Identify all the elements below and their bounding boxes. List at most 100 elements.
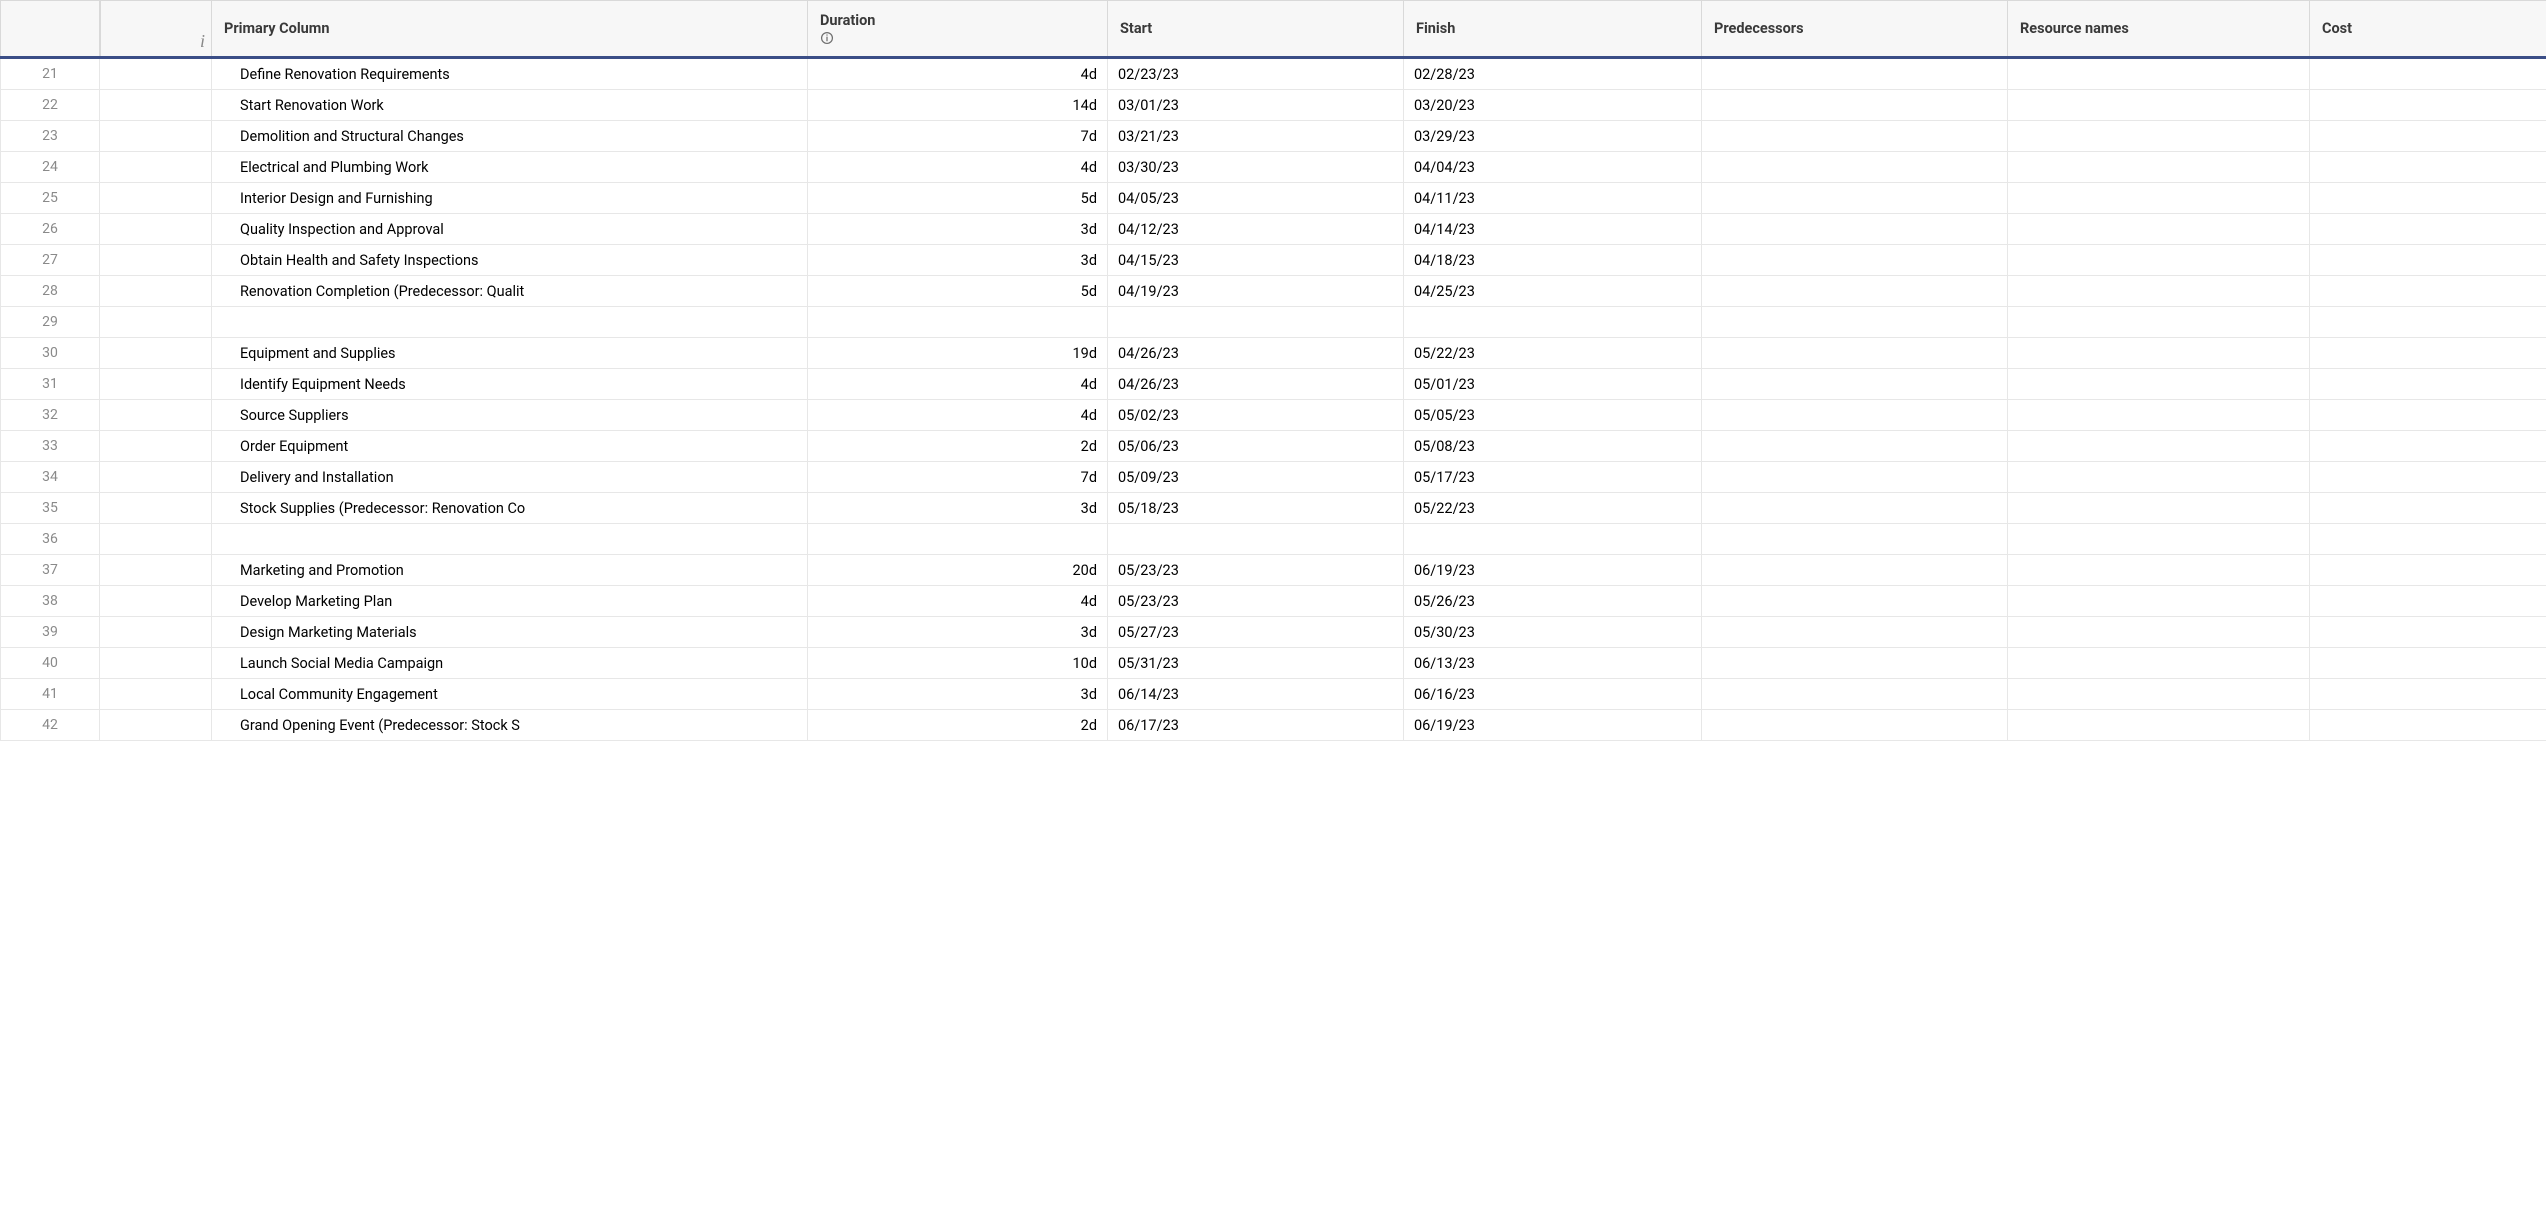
predecessors-cell[interactable] bbox=[1702, 586, 2008, 616]
start-cell[interactable]: 02/23/23 bbox=[1108, 59, 1404, 89]
finish-cell[interactable]: 03/20/23 bbox=[1404, 90, 1702, 120]
start-cell[interactable]: 05/31/23 bbox=[1108, 648, 1404, 678]
primary-cell[interactable]: Interior Design and Furnishing bbox=[212, 183, 808, 213]
predecessors-cell[interactable] bbox=[1702, 338, 2008, 368]
predecessors-cell[interactable] bbox=[1702, 648, 2008, 678]
cost-cell[interactable] bbox=[2310, 524, 2546, 554]
finish-cell[interactable]: 05/22/23 bbox=[1404, 493, 1702, 523]
finish-cell[interactable]: 04/14/23 bbox=[1404, 214, 1702, 244]
duration-cell[interactable]: 20d bbox=[808, 555, 1108, 585]
start-cell[interactable]: 04/26/23 bbox=[1108, 338, 1404, 368]
predecessors-cell[interactable] bbox=[1702, 555, 2008, 585]
primary-cell[interactable]: Equipment and Supplies bbox=[212, 338, 808, 368]
duration-cell[interactable]: 4d bbox=[808, 369, 1108, 399]
cost-cell[interactable] bbox=[2310, 276, 2546, 306]
resource-names-cell[interactable] bbox=[2008, 90, 2310, 120]
duration-cell[interactable]: 5d bbox=[808, 276, 1108, 306]
resource-names-cell[interactable] bbox=[2008, 617, 2310, 647]
finish-cell[interactable]: 04/25/23 bbox=[1404, 276, 1702, 306]
header-duration[interactable]: Duration bbox=[808, 1, 1108, 56]
finish-cell[interactable] bbox=[1404, 524, 1702, 554]
duration-cell[interactable] bbox=[808, 307, 1108, 337]
resource-names-cell[interactable] bbox=[2008, 648, 2310, 678]
start-cell[interactable]: 04/15/23 bbox=[1108, 245, 1404, 275]
start-cell[interactable]: 03/01/23 bbox=[1108, 90, 1404, 120]
duration-cell[interactable]: 7d bbox=[808, 462, 1108, 492]
duration-cell[interactable]: 3d bbox=[808, 214, 1108, 244]
predecessors-cell[interactable] bbox=[1702, 493, 2008, 523]
cost-cell[interactable] bbox=[2310, 121, 2546, 151]
cost-cell[interactable] bbox=[2310, 586, 2546, 616]
start-cell[interactable]: 05/18/23 bbox=[1108, 493, 1404, 523]
predecessors-cell[interactable] bbox=[1702, 183, 2008, 213]
cost-cell[interactable] bbox=[2310, 400, 2546, 430]
start-cell[interactable]: 05/09/23 bbox=[1108, 462, 1404, 492]
predecessors-cell[interactable] bbox=[1702, 679, 2008, 709]
primary-cell[interactable]: Delivery and Installation bbox=[212, 462, 808, 492]
primary-cell[interactable]: Source Suppliers bbox=[212, 400, 808, 430]
finish-cell[interactable]: 05/01/23 bbox=[1404, 369, 1702, 399]
duration-cell[interactable]: 3d bbox=[808, 679, 1108, 709]
duration-cell[interactable]: 4d bbox=[808, 586, 1108, 616]
cost-cell[interactable] bbox=[2310, 617, 2546, 647]
predecessors-cell[interactable] bbox=[1702, 431, 2008, 461]
header-cost[interactable]: Cost bbox=[2310, 1, 2546, 56]
resource-names-cell[interactable] bbox=[2008, 431, 2310, 461]
cost-cell[interactable] bbox=[2310, 59, 2546, 89]
finish-cell[interactable]: 04/11/23 bbox=[1404, 183, 1702, 213]
cost-cell[interactable] bbox=[2310, 214, 2546, 244]
cost-cell[interactable] bbox=[2310, 152, 2546, 182]
finish-cell[interactable]: 05/26/23 bbox=[1404, 586, 1702, 616]
predecessors-cell[interactable] bbox=[1702, 400, 2008, 430]
start-cell[interactable]: 06/14/23 bbox=[1108, 679, 1404, 709]
primary-cell[interactable]: Stock Supplies (Predecessor: Renovation … bbox=[212, 493, 808, 523]
cost-cell[interactable] bbox=[2310, 555, 2546, 585]
cost-cell[interactable] bbox=[2310, 183, 2546, 213]
finish-cell[interactable]: 06/16/23 bbox=[1404, 679, 1702, 709]
cost-cell[interactable] bbox=[2310, 245, 2546, 275]
header-rownum[interactable] bbox=[0, 1, 100, 56]
resource-names-cell[interactable] bbox=[2008, 152, 2310, 182]
resource-names-cell[interactable] bbox=[2008, 555, 2310, 585]
start-cell[interactable]: 04/26/23 bbox=[1108, 369, 1404, 399]
start-cell[interactable]: 05/23/23 bbox=[1108, 586, 1404, 616]
resource-names-cell[interactable] bbox=[2008, 214, 2310, 244]
primary-cell[interactable]: Identify Equipment Needs bbox=[212, 369, 808, 399]
start-cell[interactable]: 05/06/23 bbox=[1108, 431, 1404, 461]
cost-cell[interactable] bbox=[2310, 462, 2546, 492]
finish-cell[interactable]: 05/17/23 bbox=[1404, 462, 1702, 492]
primary-cell[interactable] bbox=[212, 307, 808, 337]
predecessors-cell[interactable] bbox=[1702, 307, 2008, 337]
predecessors-cell[interactable] bbox=[1702, 617, 2008, 647]
start-cell[interactable]: 05/02/23 bbox=[1108, 400, 1404, 430]
start-cell[interactable]: 05/27/23 bbox=[1108, 617, 1404, 647]
resource-names-cell[interactable] bbox=[2008, 121, 2310, 151]
primary-cell[interactable]: Design Marketing Materials bbox=[212, 617, 808, 647]
predecessors-cell[interactable] bbox=[1702, 276, 2008, 306]
predecessors-cell[interactable] bbox=[1702, 524, 2008, 554]
primary-cell[interactable]: Renovation Completion (Predecessor: Qual… bbox=[212, 276, 808, 306]
predecessors-cell[interactable] bbox=[1702, 152, 2008, 182]
resource-names-cell[interactable] bbox=[2008, 400, 2310, 430]
primary-cell[interactable]: Order Equipment bbox=[212, 431, 808, 461]
cost-cell[interactable] bbox=[2310, 493, 2546, 523]
duration-cell[interactable]: 2d bbox=[808, 431, 1108, 461]
duration-cell[interactable]: 4d bbox=[808, 59, 1108, 89]
resource-names-cell[interactable] bbox=[2008, 245, 2310, 275]
finish-cell[interactable]: 06/19/23 bbox=[1404, 710, 1702, 740]
cost-cell[interactable] bbox=[2310, 431, 2546, 461]
resource-names-cell[interactable] bbox=[2008, 276, 2310, 306]
duration-cell[interactable]: 10d bbox=[808, 648, 1108, 678]
finish-cell[interactable]: 05/30/23 bbox=[1404, 617, 1702, 647]
resource-names-cell[interactable] bbox=[2008, 586, 2310, 616]
predecessors-cell[interactable] bbox=[1702, 90, 2008, 120]
duration-cell[interactable] bbox=[808, 524, 1108, 554]
duration-cell[interactable]: 3d bbox=[808, 617, 1108, 647]
start-cell[interactable]: 06/17/23 bbox=[1108, 710, 1404, 740]
resource-names-cell[interactable] bbox=[2008, 338, 2310, 368]
primary-cell[interactable]: Local Community Engagement bbox=[212, 679, 808, 709]
primary-cell[interactable]: Quality Inspection and Approval bbox=[212, 214, 808, 244]
duration-cell[interactable]: 7d bbox=[808, 121, 1108, 151]
finish-cell[interactable]: 06/19/23 bbox=[1404, 555, 1702, 585]
start-cell[interactable]: 04/12/23 bbox=[1108, 214, 1404, 244]
